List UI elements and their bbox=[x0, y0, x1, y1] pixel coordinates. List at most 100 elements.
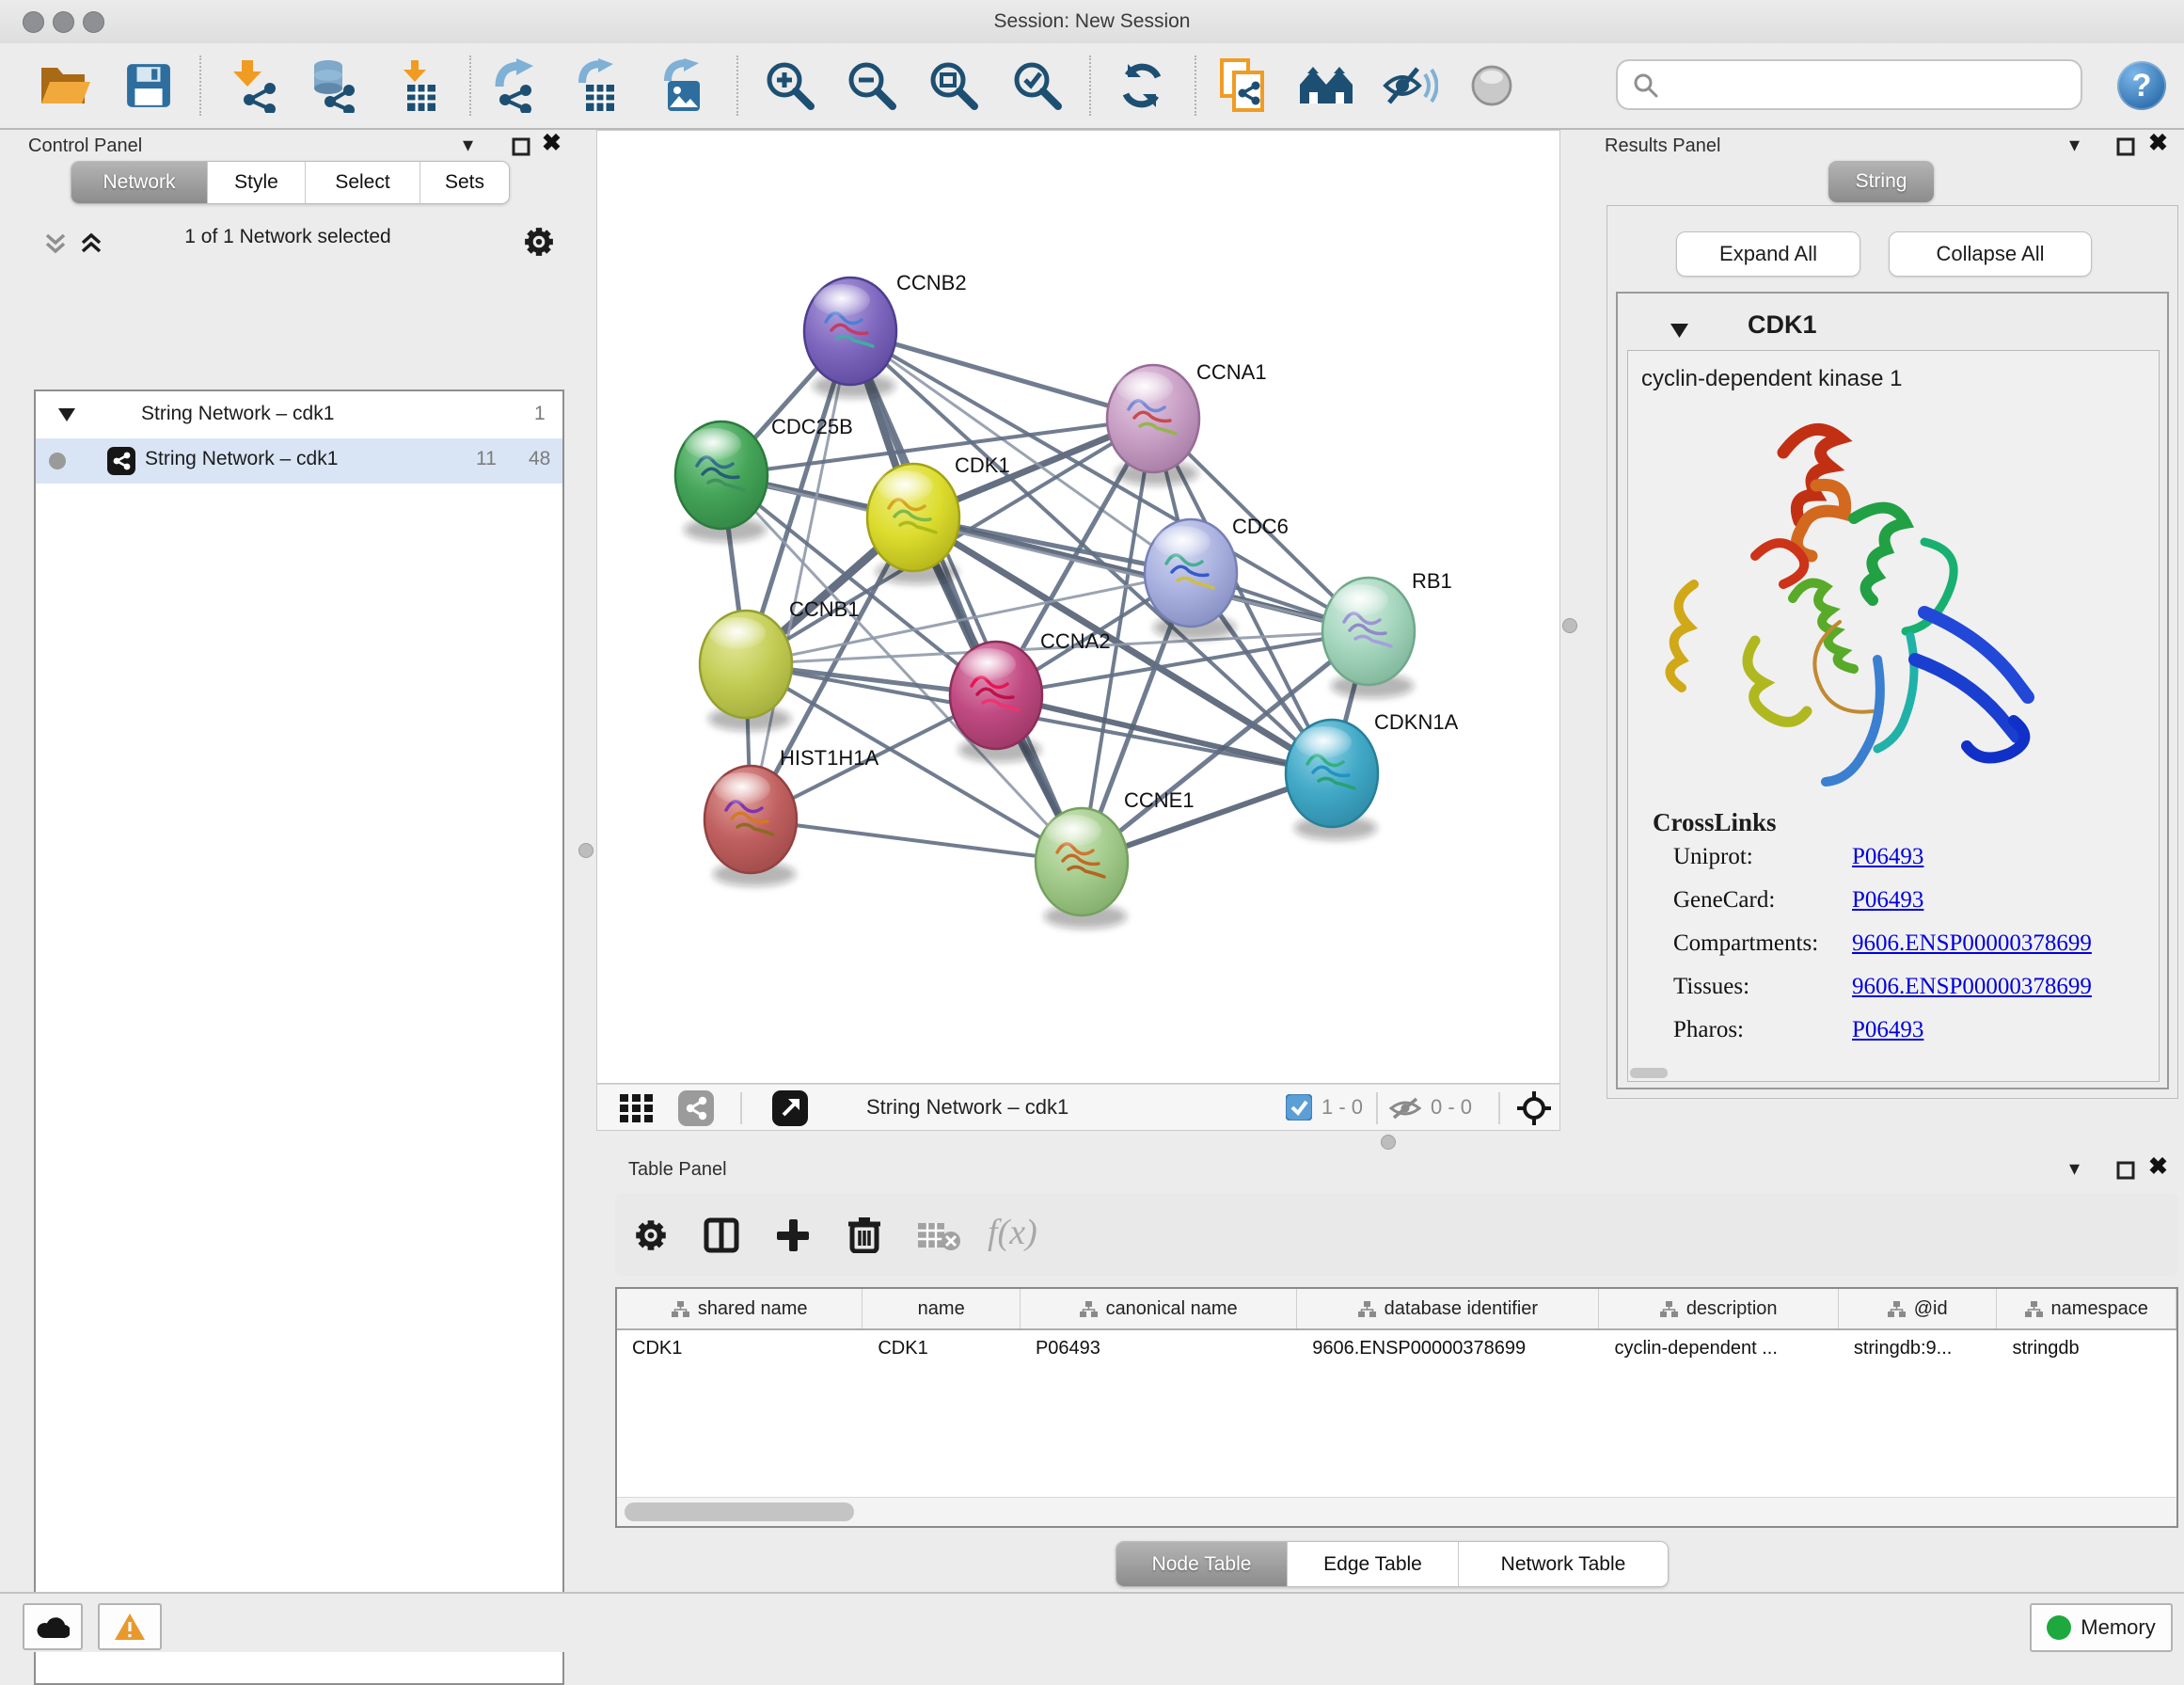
cloud-button[interactable] bbox=[23, 1603, 83, 1650]
cell-description[interactable]: cyclin-dependent ... bbox=[1599, 1328, 1838, 1368]
function-builder-icon[interactable]: f(x) bbox=[988, 1212, 1037, 1253]
crosslink-value-link[interactable]: P06493 bbox=[1852, 1017, 1923, 1043]
collapse-all-button[interactable]: Collapse All bbox=[1889, 231, 2092, 277]
delete-column-trash-icon[interactable] bbox=[847, 1216, 882, 1253]
crosslink-value-link[interactable]: P06493 bbox=[1852, 887, 1923, 914]
column-header-name[interactable]: name bbox=[863, 1289, 1021, 1328]
network-node-RB1[interactable] bbox=[1322, 578, 1415, 698]
expand-all-button[interactable]: Expand All bbox=[1676, 231, 1860, 277]
results-panel-close-icon[interactable]: ✖ bbox=[2148, 134, 2168, 152]
crosslink-value-link[interactable]: 9606.ENSP00000378699 bbox=[1852, 974, 2092, 1000]
table-panel-float-icon[interactable] bbox=[2116, 1161, 2135, 1180]
network-options-gear-icon[interactable] bbox=[523, 226, 555, 258]
network-share-icon[interactable] bbox=[678, 1090, 714, 1126]
column-header-canonical-name[interactable]: canonical name bbox=[1021, 1289, 1297, 1328]
zoom-selected-icon[interactable] bbox=[1011, 59, 1064, 112]
zoom-fit-icon[interactable] bbox=[927, 59, 980, 112]
network-node-CDKN1A[interactable] bbox=[1286, 720, 1378, 840]
hidden-eye-slash-icon[interactable] bbox=[1389, 1096, 1421, 1121]
birdseye-grid-icon[interactable] bbox=[620, 1094, 654, 1122]
table-header-row[interactable]: shared namenamecanonical namedatabase id… bbox=[617, 1289, 2176, 1330]
warnings-button[interactable] bbox=[98, 1603, 162, 1650]
network-collection-row[interactable]: String Network – cdk1 1 bbox=[36, 393, 562, 438]
search-input[interactable] bbox=[1616, 59, 2082, 110]
column-header-namespace[interactable]: namespace bbox=[1997, 1289, 2176, 1328]
control-panel-close-icon[interactable]: ✖ bbox=[542, 134, 562, 152]
open-in-window-icon[interactable] bbox=[772, 1090, 808, 1126]
network-graph[interactable]: CCNB2CCNA1CDC25BCDK1CDC6RB1CCNB1CCNA2CDK… bbox=[597, 131, 1559, 1083]
column-header-shared-name[interactable]: shared name bbox=[617, 1289, 863, 1328]
save-session-icon[interactable] bbox=[125, 62, 172, 109]
network-node-CCNE1[interactable] bbox=[1036, 808, 1128, 929]
network-node-CDK1[interactable] bbox=[867, 464, 959, 584]
cell-namespace[interactable]: stringdb bbox=[1997, 1328, 2176, 1368]
show-hide-graphics-icon[interactable] bbox=[1382, 61, 1438, 110]
network-node-CCNB1[interactable] bbox=[700, 611, 792, 731]
table-hscrollbar[interactable] bbox=[617, 1497, 2176, 1526]
control-tab-style[interactable]: Style bbox=[208, 162, 306, 203]
import-table-file-icon[interactable] bbox=[394, 58, 447, 113]
first-neighbors-icon[interactable] bbox=[1298, 62, 1356, 109]
network-canvas[interactable]: CCNB2CCNA1CDC25BCDK1CDC6RB1CCNB1CCNA2CDK… bbox=[596, 130, 1560, 1084]
control-panel-float-icon[interactable] bbox=[512, 137, 530, 156]
import-network-file-icon[interactable] bbox=[229, 58, 281, 113]
network-node-CCNA2[interactable] bbox=[950, 642, 1042, 762]
column-header-@id[interactable]: @id bbox=[1839, 1289, 1998, 1328]
control-tab-network[interactable]: Network bbox=[71, 162, 208, 203]
bottom-splitter-handle[interactable] bbox=[1381, 1135, 1396, 1150]
table-tab-edge-table[interactable]: Edge Table bbox=[1288, 1542, 1459, 1586]
network-node-HIST1H1A[interactable] bbox=[704, 766, 797, 886]
control-panel-menu-icon[interactable]: ▾ bbox=[463, 135, 473, 154]
help-button[interactable]: ? bbox=[2117, 61, 2166, 110]
collection-expander-icon[interactable] bbox=[58, 408, 75, 421]
network-edge-HIST1H1A-CCNE1[interactable] bbox=[751, 819, 1082, 862]
create-column-icon[interactable] bbox=[775, 1217, 811, 1253]
memory-button[interactable]: Memory bbox=[2030, 1603, 2173, 1652]
left-splitter-handle[interactable] bbox=[578, 843, 593, 858]
network-node-CCNB2[interactable] bbox=[804, 278, 896, 398]
control-tab-sets[interactable]: Sets bbox=[420, 162, 509, 203]
table-hscrollbar-thumb[interactable] bbox=[625, 1502, 854, 1521]
control-tab-select[interactable]: Select bbox=[306, 162, 420, 203]
crosslink-value-link[interactable]: 9606.ENSP00000378699 bbox=[1852, 930, 2092, 957]
card-collapse-icon[interactable] bbox=[1670, 324, 1688, 338]
table-options-gear-icon[interactable] bbox=[634, 1218, 668, 1252]
table-panel-close-icon[interactable]: ✖ bbox=[2148, 1157, 2168, 1176]
cell-database-identifier[interactable]: 9606.ENSP00000378699 bbox=[1297, 1328, 1599, 1368]
open-session-icon[interactable] bbox=[39, 62, 93, 109]
cell-canonical-name[interactable]: P06493 bbox=[1021, 1328, 1297, 1368]
refresh-view-icon[interactable] bbox=[1116, 60, 1167, 111]
network-row-selected[interactable]: String Network – cdk1 11 48 bbox=[36, 438, 562, 484]
export-image-icon[interactable] bbox=[657, 58, 709, 113]
selected-checkbox-icon[interactable] bbox=[1286, 1094, 1312, 1121]
export-table-icon[interactable] bbox=[573, 58, 625, 113]
table-panel-menu-icon[interactable]: ▾ bbox=[2069, 1159, 2080, 1178]
cell-shared-name[interactable]: CDK1 bbox=[617, 1328, 863, 1368]
cell-name[interactable]: CDK1 bbox=[863, 1328, 1021, 1368]
import-network-database-icon[interactable] bbox=[308, 58, 360, 113]
network-node-CDC6[interactable] bbox=[1145, 519, 1237, 640]
tab-string[interactable]: String bbox=[1828, 161, 1934, 202]
export-network-icon[interactable] bbox=[492, 58, 545, 113]
table-tab-node-table[interactable]: Node Table bbox=[1116, 1542, 1288, 1586]
results-panel-float-icon[interactable] bbox=[2116, 137, 2135, 156]
table-row[interactable]: CDK1CDK1P064939606.ENSP00000378699cyclin… bbox=[617, 1328, 2176, 1368]
duplicate-network-icon[interactable] bbox=[1218, 57, 1269, 114]
column-header-database-identifier[interactable]: database identifier bbox=[1297, 1289, 1599, 1328]
table-tab-network-table[interactable]: Network Table bbox=[1459, 1542, 1668, 1586]
eye-icon[interactable] bbox=[1467, 61, 1516, 110]
crosslink-value-link[interactable]: P06493 bbox=[1852, 844, 1923, 870]
network-node-CCNA1[interactable] bbox=[1107, 365, 1199, 485]
show-columns-icon[interactable] bbox=[704, 1217, 739, 1253]
cell-@id[interactable]: stringdb:9... bbox=[1839, 1328, 1998, 1368]
delete-table-icon[interactable] bbox=[918, 1221, 961, 1251]
right-splitter-handle[interactable] bbox=[1562, 618, 1577, 633]
zoom-out-icon[interactable] bbox=[846, 59, 898, 112]
zoom-in-icon[interactable] bbox=[764, 59, 816, 112]
column-header-description[interactable]: description bbox=[1599, 1289, 1838, 1328]
fit-selected-crosshair-icon[interactable] bbox=[1517, 1091, 1551, 1125]
card-hscroll-thumb[interactable] bbox=[1630, 1068, 1668, 1078]
network-node-CDC25B[interactable] bbox=[675, 421, 768, 542]
results-panel-menu-icon[interactable]: ▾ bbox=[2069, 135, 2080, 154]
network-edge-CCNA2-CDKN1A[interactable] bbox=[996, 695, 1332, 773]
